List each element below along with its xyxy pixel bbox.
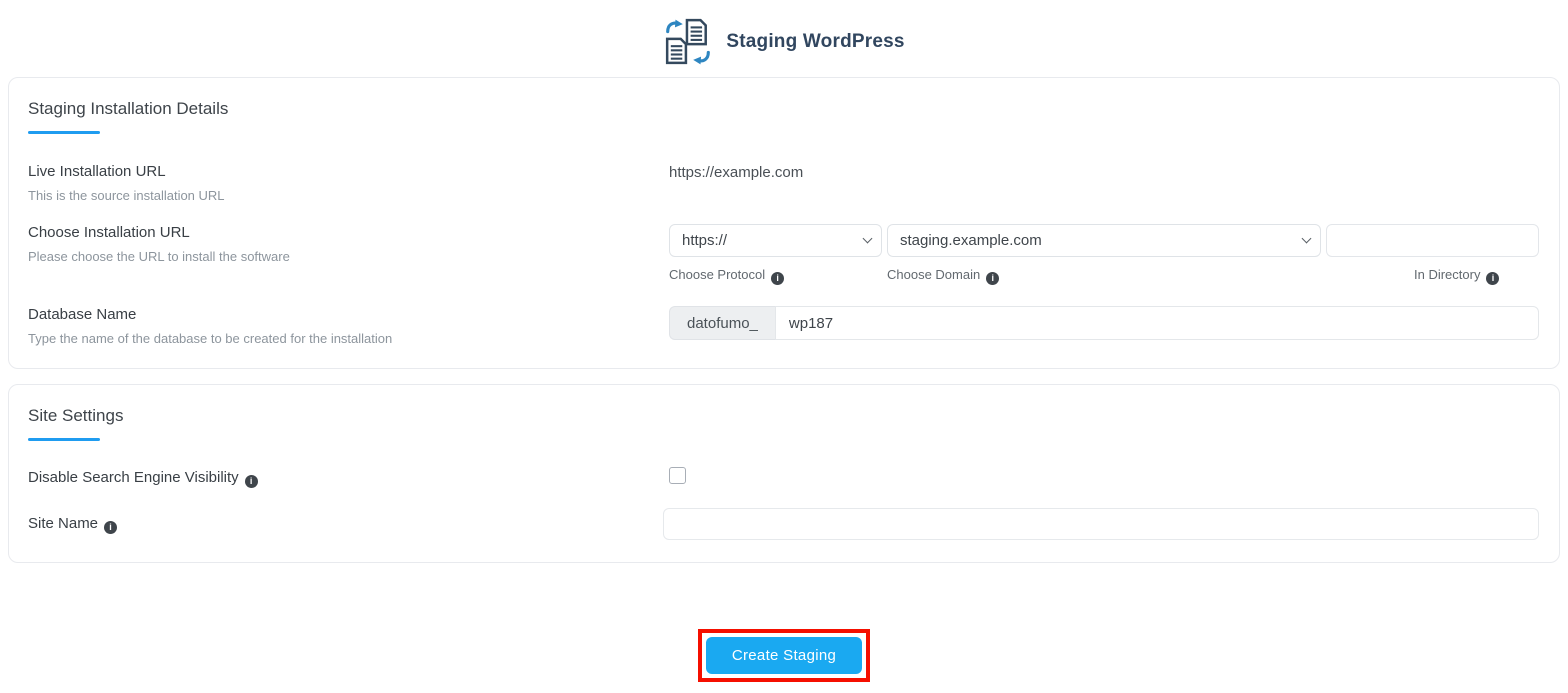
site-name-input[interactable] <box>663 508 1539 540</box>
app-header: Staging WordPress <box>0 0 1568 65</box>
staging-copy-icon <box>663 17 713 67</box>
search-visibility-label: Disable Search Engine Visibility i <box>28 469 669 488</box>
database-label: Database Name <box>28 306 137 323</box>
section-title-underline <box>28 131 100 134</box>
choose-url-label: Choose Installation URL <box>28 224 190 241</box>
url-sub-labels: Choose Protocol i Choose Domain i In Direc… <box>669 267 1541 285</box>
choose-protocol-label: Choose Protocol i <box>669 267 887 285</box>
search-visibility-checkbox[interactable] <box>669 467 686 484</box>
button-highlight-box: Create Staging <box>697 629 871 682</box>
site-name-label: Site Name i <box>28 515 669 534</box>
live-url-label: Live Installation URL <box>28 163 166 180</box>
database-name-input[interactable] <box>774 306 1539 340</box>
choose-domain-label: Choose Domain i <box>887 267 1326 285</box>
database-help: Type the name of the database to be crea… <box>28 331 393 346</box>
in-directory-label: In Directory i <box>1326 267 1500 285</box>
protocol-select[interactable]: https:// <box>669 224 882 257</box>
info-icon[interactable]: i <box>771 272 785 285</box>
section-site-settings: Site Settings Disable Search Engine Visi… <box>8 384 1560 563</box>
choose-url-help: Please choose the URL to install the sof… <box>28 249 290 264</box>
row-live-installation-url: Live Installation URL This is the source… <box>28 163 1541 203</box>
info-icon[interactable]: i <box>986 272 1000 285</box>
info-icon[interactable]: i <box>244 474 258 488</box>
database-prefix: datofumo_ <box>669 306 775 340</box>
directory-input[interactable] <box>1326 224 1539 257</box>
row-site-name: Site Name i <box>28 508 1541 540</box>
section-title: Site Settings <box>28 406 124 425</box>
footer: Create Staging <box>0 629 1568 682</box>
section-title-underline <box>28 438 100 441</box>
row-search-engine-visibility: Disable Search Engine Visibility i <box>28 467 1541 489</box>
page-title: Staging WordPress <box>726 31 905 52</box>
live-url-value: https://example.com <box>669 164 804 181</box>
create-staging-button[interactable]: Create Staging <box>705 637 863 674</box>
info-icon[interactable]: i <box>104 520 118 534</box>
row-database-name: Database Name Type the name of the datab… <box>28 306 1541 346</box>
row-choose-installation-url: Choose Installation URL Please choose th… <box>28 224 1541 285</box>
section-title: Staging Installation Details <box>28 99 229 118</box>
section-staging-installation-details: Staging Installation Details Live Instal… <box>8 77 1560 369</box>
info-icon[interactable]: i <box>1486 272 1500 285</box>
domain-select[interactable]: staging.example.com <box>887 224 1321 257</box>
live-url-help: This is the source installation URL <box>28 188 225 203</box>
